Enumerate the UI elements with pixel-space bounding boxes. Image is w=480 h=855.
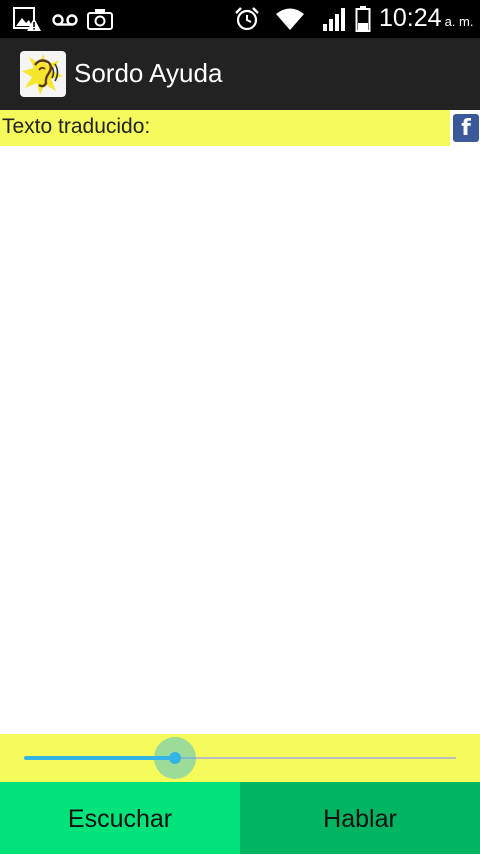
image-warning-icon [13, 7, 41, 31]
wifi-icon [276, 8, 304, 30]
translated-text-area[interactable] [0, 146, 480, 734]
voicemail-icon [52, 14, 78, 26]
slider-fill [24, 756, 176, 760]
status-clock: 10:24 a. m. [379, 4, 473, 33]
slider-container [0, 734, 480, 782]
slider-track[interactable] [24, 756, 456, 760]
alarm-icon [235, 7, 259, 31]
clock-ampm: a. m. [444, 14, 474, 29]
battery-icon [355, 6, 371, 32]
app-title: Sordo Ayuda [74, 58, 223, 88]
signal-icon [323, 8, 345, 31]
clock-time: 10:24 [379, 4, 442, 32]
translated-text-label: Texto traducido: [0, 110, 450, 146]
action-bar: Sordo Ayuda [0, 38, 480, 110]
status-bar: 10:24 a. m. [0, 0, 480, 38]
ear-sound-icon [22, 54, 63, 95]
facebook-share-button[interactable]: f [453, 114, 479, 142]
camera-icon [87, 9, 113, 30]
facebook-icon: f [461, 116, 471, 141]
speak-button[interactable]: Hablar [240, 782, 480, 854]
app-icon[interactable] [20, 51, 66, 97]
listen-button[interactable]: Escuchar [0, 782, 240, 854]
